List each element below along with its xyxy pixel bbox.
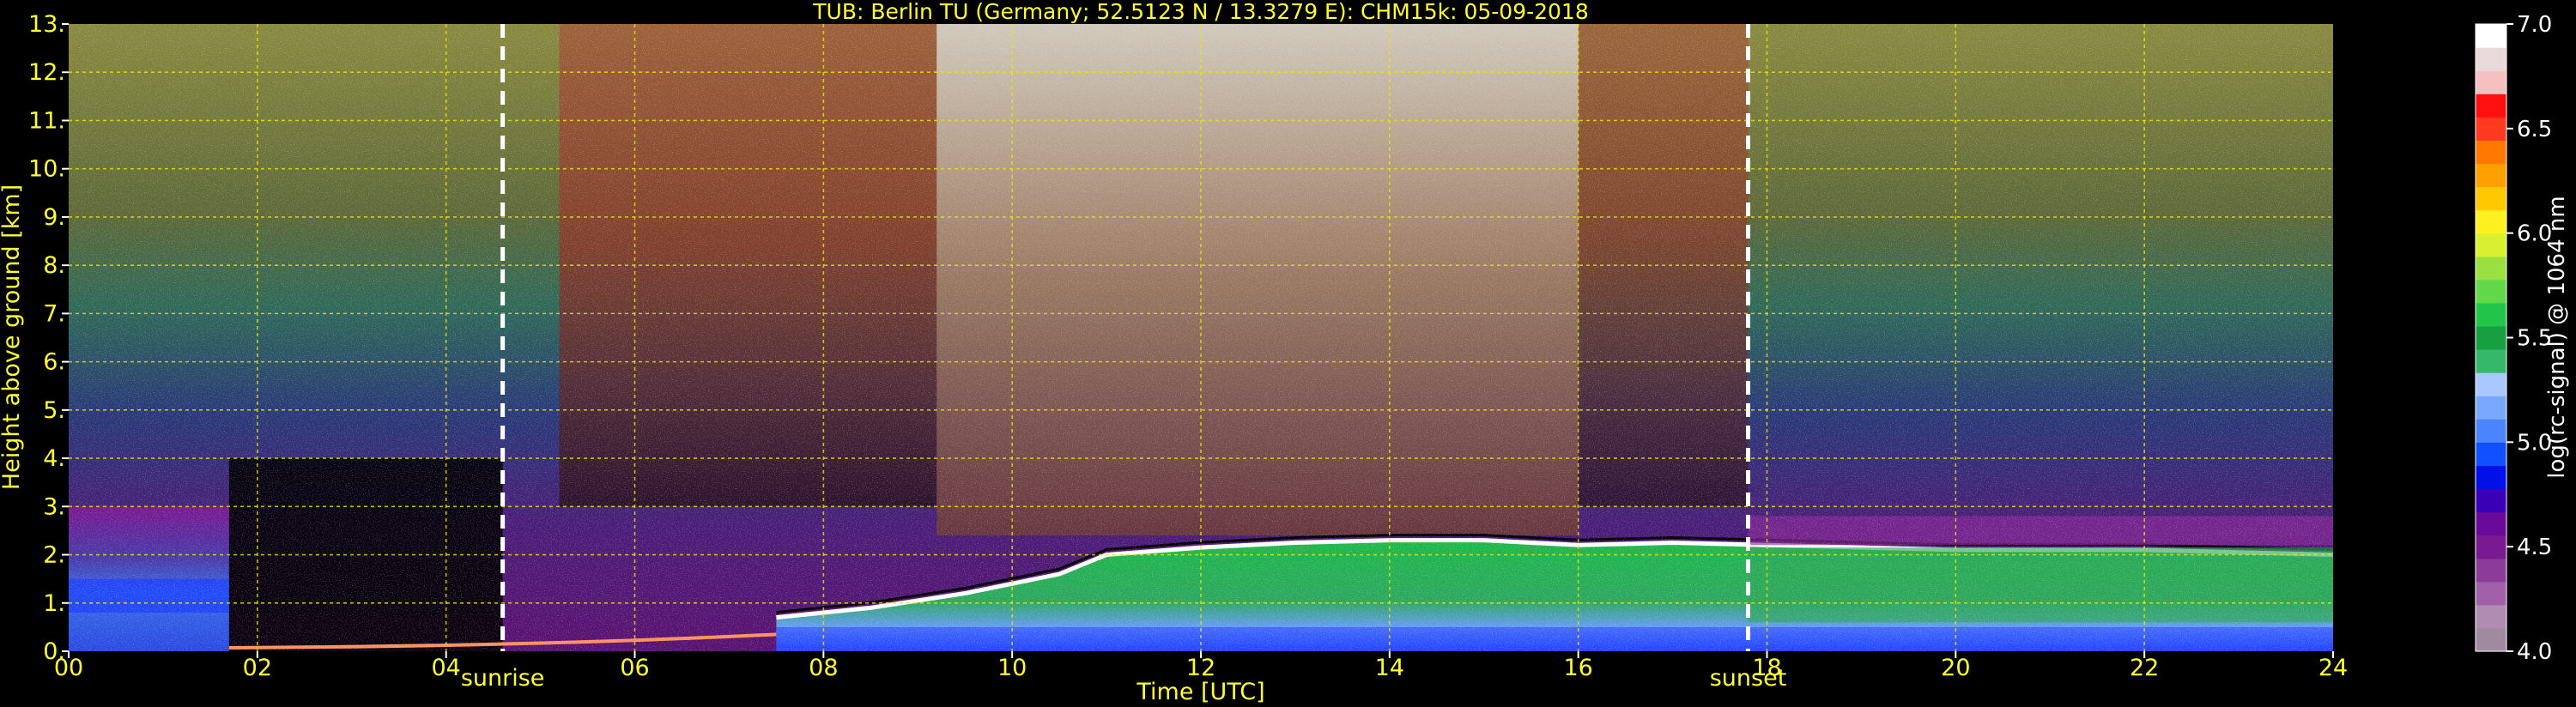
y-tick-label: 1. bbox=[43, 590, 65, 617]
y-tick-label: 13. bbox=[28, 11, 65, 38]
x-axis-label: Time [UTC] bbox=[1136, 679, 1264, 705]
x-tick-label: 16 bbox=[1563, 655, 1592, 681]
sunrise-label: sunrise bbox=[461, 665, 545, 692]
colorbar-tick-label: 4.0 bbox=[2517, 639, 2552, 665]
plot-area: sunrise sunset bbox=[69, 24, 2334, 692]
x-tick-label: 12 bbox=[1186, 655, 1215, 681]
colorbar-swatch bbox=[2476, 372, 2506, 396]
x-tick-label: 20 bbox=[1941, 655, 1970, 681]
colorbar-tick-label: 7.0 bbox=[2517, 12, 2552, 38]
colorbar-swatch bbox=[2476, 70, 2506, 94]
colorbar-swatch bbox=[2476, 535, 2506, 559]
noise-speckle bbox=[69, 24, 2333, 651]
colorbar-swatch bbox=[2476, 47, 2506, 71]
y-tick-label: 2. bbox=[43, 542, 65, 569]
y-axis-label: Height above ground [km] bbox=[0, 184, 25, 490]
y-tick-label: 3. bbox=[43, 493, 65, 520]
colorbar-tick-label: 6.5 bbox=[2517, 117, 2552, 142]
colorbar-swatch bbox=[2476, 24, 2506, 48]
colorbar-swatch bbox=[2476, 465, 2506, 490]
x-tick-label: 04 bbox=[431, 655, 460, 681]
colorbar-swatch bbox=[2476, 627, 2506, 652]
colorbar-swatch bbox=[2476, 186, 2506, 211]
y-tick-label: 11. bbox=[28, 107, 65, 134]
colorbar-swatch bbox=[2476, 488, 2506, 513]
x-tick-label: 02 bbox=[243, 655, 272, 681]
x-tick-label: 22 bbox=[2130, 655, 2159, 681]
colorbar-swatch bbox=[2476, 581, 2506, 606]
y-tick-label: 9. bbox=[43, 204, 65, 231]
x-tick-label: 06 bbox=[620, 655, 649, 681]
y-tick-label: 10. bbox=[28, 156, 65, 183]
x-tick-label: 18 bbox=[1752, 655, 1781, 681]
y-tick-label: 0. bbox=[43, 638, 65, 665]
x-axis-ticks: 00 02 04 06 08 10 12 14 16 18 20 22 24 bbox=[54, 651, 2348, 681]
colorbar-swatch bbox=[2476, 442, 2506, 467]
colorbar-swatch bbox=[2476, 302, 2506, 327]
y-tick-label: 8. bbox=[43, 252, 65, 279]
colorbar-swatch bbox=[2476, 558, 2506, 583]
y-tick-label: 7. bbox=[43, 300, 65, 327]
colorbar-label: log(rc-signal) @ 1064 nm bbox=[2544, 196, 2570, 478]
colorbar-swatch bbox=[2476, 604, 2506, 629]
x-tick-label: 08 bbox=[809, 655, 838, 681]
colorbar-swatch bbox=[2476, 140, 2506, 165]
colorbar-swatch bbox=[2476, 349, 2506, 373]
colorbar-swatch bbox=[2476, 396, 2506, 420]
colorbar-tick-label: 4.5 bbox=[2517, 535, 2552, 560]
y-tick-label: 4. bbox=[43, 445, 65, 472]
x-tick-label: 10 bbox=[997, 655, 1027, 681]
colorbar: 4.04.55.05.56.06.57.0 bbox=[2475, 12, 2552, 665]
y-tick-label: 6. bbox=[43, 349, 65, 376]
colorbar-swatch bbox=[2476, 94, 2506, 118]
colorbar-swatch bbox=[2476, 117, 2506, 141]
colorbar-swatch bbox=[2476, 163, 2506, 188]
y-tick-label: 5. bbox=[43, 397, 65, 424]
x-tick-label: 14 bbox=[1375, 655, 1404, 681]
lidar-chart: sunrise sunset 00 02 04 06 08 10 12 14 16 18 20 22 24… bbox=[0, 0, 2570, 705]
colorbar-swatch bbox=[2476, 279, 2506, 304]
colorbar-swatch bbox=[2476, 325, 2506, 350]
colorbar-swatch bbox=[2476, 209, 2506, 234]
y-tick-label: 12. bbox=[28, 59, 65, 86]
colorbar-swatch bbox=[2476, 256, 2506, 281]
chart-title: TUB: Berlin TU (Germany; 52.5123 N / 13.… bbox=[812, 0, 1589, 24]
y-axis-ticks: 0. 1. 2. 3. 4. 5. 6. 7. 8. 9. 10. 11. 12. 13. bbox=[28, 11, 69, 665]
colorbar-swatch bbox=[2476, 233, 2506, 257]
x-tick-label: 24 bbox=[2318, 655, 2348, 681]
colorbar-swatch bbox=[2476, 511, 2506, 536]
colorbar-swatch bbox=[2476, 419, 2506, 443]
